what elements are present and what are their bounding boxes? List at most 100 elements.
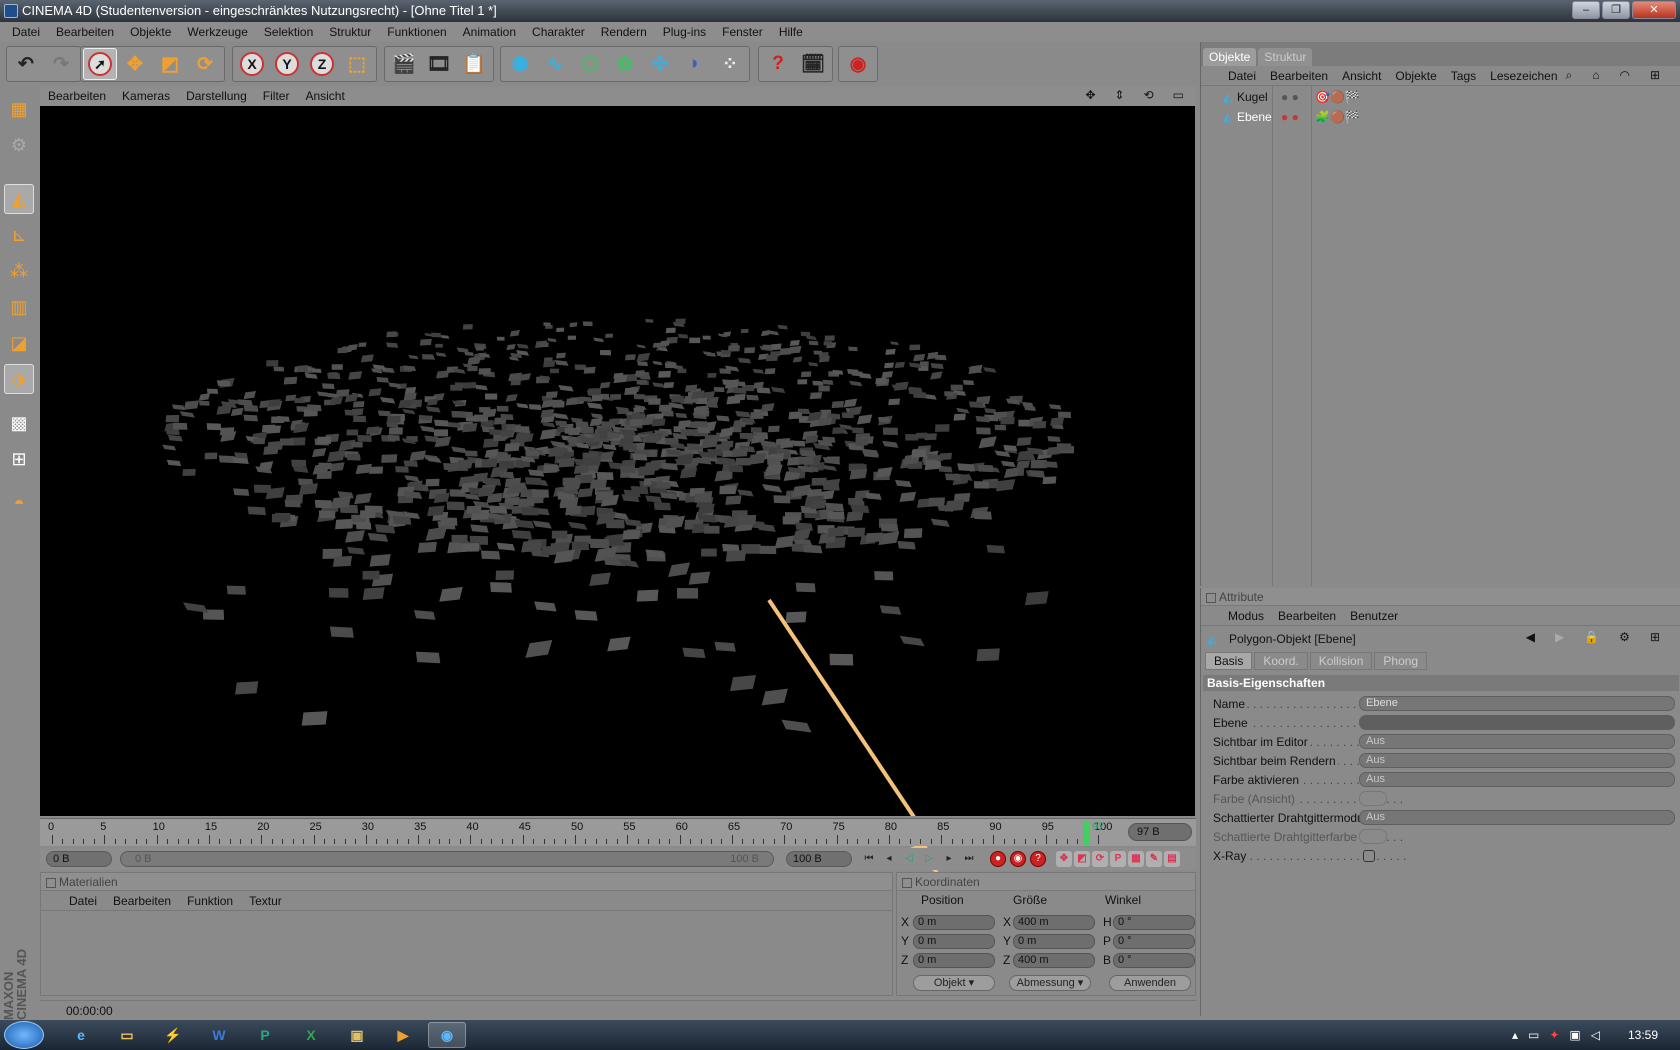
start-button[interactable]: [4, 1021, 44, 1049]
3d-viewport[interactable]: [40, 106, 1195, 816]
cube-icon[interactable]: ⬢: [503, 48, 537, 80]
menu-charakter[interactable]: Charakter: [524, 25, 593, 39]
menu-rendern[interactable]: Rendern: [593, 25, 655, 39]
layout-icon[interactable]: ▦: [4, 94, 34, 124]
name-field[interactable]: Ebene: [1359, 696, 1675, 711]
goto-end-icon[interactable]: ⏭: [960, 851, 978, 867]
object-row-ebene[interactable]: ◭ Ebene ● ● 🧩🟤🏁: [1201, 110, 1679, 130]
model-mode-icon[interactable]: ⚙: [4, 130, 34, 160]
menu-hilfe[interactable]: Hilfe: [771, 25, 811, 39]
polygons-mode-icon[interactable]: ◪: [4, 328, 34, 358]
publisher-icon[interactable]: P: [246, 1022, 284, 1048]
tab-basis[interactable]: Basis: [1205, 652, 1253, 670]
position-x-field[interactable]: 0 m: [913, 915, 995, 930]
move-view-icon[interactable]: ✥: [1077, 88, 1103, 102]
color-enable-dropdown[interactable]: Aus: [1359, 772, 1675, 787]
edges-mode-icon[interactable]: ▥: [4, 292, 34, 322]
search-icon[interactable]: ⌕: [1558, 68, 1579, 83]
layer-field[interactable]: [1359, 715, 1675, 730]
lock-icon[interactable]: 🔒: [1577, 630, 1606, 644]
size-x-field[interactable]: 400 m: [1013, 915, 1095, 930]
help-icon[interactable]: ?: [761, 48, 795, 80]
menu-plugins[interactable]: Plug-ins: [655, 25, 714, 39]
goto-start-icon[interactable]: ⏮: [860, 851, 878, 867]
tab-kollision[interactable]: Kollision: [1309, 652, 1373, 670]
ie-icon[interactable]: e: [62, 1022, 100, 1048]
materials-menu-textur[interactable]: Textur: [241, 894, 290, 908]
next-frame-icon[interactable]: ▸: [940, 851, 958, 867]
rotate-icon[interactable]: ⟳: [188, 48, 222, 80]
object-tags-ebene[interactable]: 🧩🟤🏁: [1315, 110, 1360, 124]
om-menu-bearbeiten[interactable]: Bearbeiten: [1263, 69, 1335, 83]
key-position-icon[interactable]: ✥: [1056, 851, 1072, 867]
tray-volume-icon[interactable]: ◁: [1591, 1028, 1600, 1042]
explorer-icon[interactable]: ▭: [108, 1022, 146, 1048]
points-mode-icon[interactable]: ⁂: [4, 256, 34, 286]
size-z-field[interactable]: 400 m: [1013, 953, 1095, 968]
record-icon[interactable]: ●: [990, 851, 1006, 867]
om-menu-objekte[interactable]: Objekte: [1388, 69, 1443, 83]
settings-icon[interactable]: ⚙: [1612, 630, 1637, 644]
web-icon[interactable]: ◉: [841, 48, 875, 80]
menu-objekte[interactable]: Objekte: [122, 25, 179, 39]
texture-mode-icon[interactable]: ▩: [4, 408, 34, 438]
particles-icon[interactable]: ⁘: [713, 48, 747, 80]
zoom-view-icon[interactable]: ⇕: [1107, 88, 1133, 102]
spline-icon[interactable]: ∿: [538, 48, 572, 80]
coord-dimension-dropdown[interactable]: Abmessung ▾: [1009, 975, 1091, 991]
tray-monitor-icon[interactable]: ▣: [1569, 1028, 1580, 1042]
maximize-button[interactable]: ❐: [1602, 1, 1630, 19]
timeline-playhead[interactable]: [1083, 821, 1090, 845]
cinema4d-taskbar-icon[interactable]: ◉: [428, 1022, 466, 1048]
object-row-kugel[interactable]: ◭ Kugel ● ● 🎯🟤🏁: [1201, 90, 1679, 110]
visibility-dots-icon[interactable]: ● ●: [1281, 90, 1299, 104]
apply-button[interactable]: Anwenden: [1109, 975, 1191, 991]
end-frame-field[interactable]: 100 B: [786, 851, 852, 867]
object-tags-kugel[interactable]: 🎯🟤🏁: [1315, 90, 1360, 104]
scripts-icon[interactable]: 🗓: [796, 48, 830, 80]
rotate-view-icon[interactable]: ⟲: [1136, 88, 1162, 102]
play-backward-icon[interactable]: ◁: [900, 851, 918, 867]
menu-bearbeiten[interactable]: Bearbeiten: [48, 25, 122, 39]
sculpt-icon[interactable]: ◓: [4, 488, 34, 518]
object-name-kugel[interactable]: Kugel: [1237, 90, 1268, 104]
keyframe-help-icon[interactable]: ?: [1030, 851, 1046, 867]
scale-icon[interactable]: ◩: [153, 48, 187, 80]
new-window-icon[interactable]: ⊞: [1643, 68, 1667, 83]
tray-network-icon[interactable]: ▭: [1528, 1028, 1539, 1042]
angle-b-field[interactable]: 0 °: [1113, 953, 1195, 968]
attr-menu-benutzer[interactable]: Benutzer: [1343, 609, 1405, 623]
viewport-menu-darstellung[interactable]: Darstellung: [178, 89, 255, 103]
materials-menu-funktion[interactable]: Funktion: [179, 894, 241, 908]
key-parameter-icon[interactable]: P: [1110, 851, 1126, 867]
undo-icon[interactable]: ↶: [9, 48, 43, 80]
key-interpolation-icon[interactable]: ✎: [1146, 851, 1162, 867]
axis-mode-icon[interactable]: ⊾: [4, 220, 34, 250]
menu-werkzeuge[interactable]: Werkzeuge: [179, 25, 255, 39]
materials-menu-bearbeiten[interactable]: Bearbeiten: [105, 894, 179, 908]
om-menu-ansicht[interactable]: Ansicht: [1335, 69, 1388, 83]
attr-menu-bearbeiten[interactable]: Bearbeiten: [1271, 609, 1343, 623]
redo-icon[interactable]: ↷: [44, 48, 78, 80]
current-frame-field[interactable]: 97 B: [1128, 823, 1192, 841]
maximize-view-icon[interactable]: ▭: [1165, 88, 1192, 102]
tray-arrow-icon[interactable]: ▴: [1512, 1028, 1518, 1042]
coord-mode-dropdown[interactable]: Objekt ▾: [913, 975, 995, 991]
word-icon[interactable]: W: [200, 1022, 238, 1048]
wireframe-color-swatch[interactable]: [1359, 829, 1387, 844]
prev-frame-icon[interactable]: ◂: [880, 851, 898, 867]
lock-x-button[interactable]: X: [235, 48, 269, 80]
eye-icon[interactable]: ◠: [1612, 68, 1636, 83]
tab-koord[interactable]: Koord.: [1254, 652, 1308, 670]
viewport-menu-filter[interactable]: Filter: [255, 89, 298, 103]
materials-menu-datei[interactable]: Datei: [61, 894, 105, 908]
menu-struktur[interactable]: Struktur: [321, 25, 379, 39]
menu-fenster[interactable]: Fenster: [714, 25, 771, 39]
menu-datei[interactable]: Datei: [4, 25, 48, 39]
array-icon[interactable]: ✿: [608, 48, 642, 80]
xray-checkbox[interactable]: [1363, 850, 1375, 862]
viewport-menu-ansicht[interactable]: Ansicht: [297, 89, 352, 103]
move-icon[interactable]: ✥: [118, 48, 152, 80]
lock-y-button[interactable]: Y: [270, 48, 304, 80]
om-menu-tags[interactable]: Tags: [1444, 69, 1483, 83]
